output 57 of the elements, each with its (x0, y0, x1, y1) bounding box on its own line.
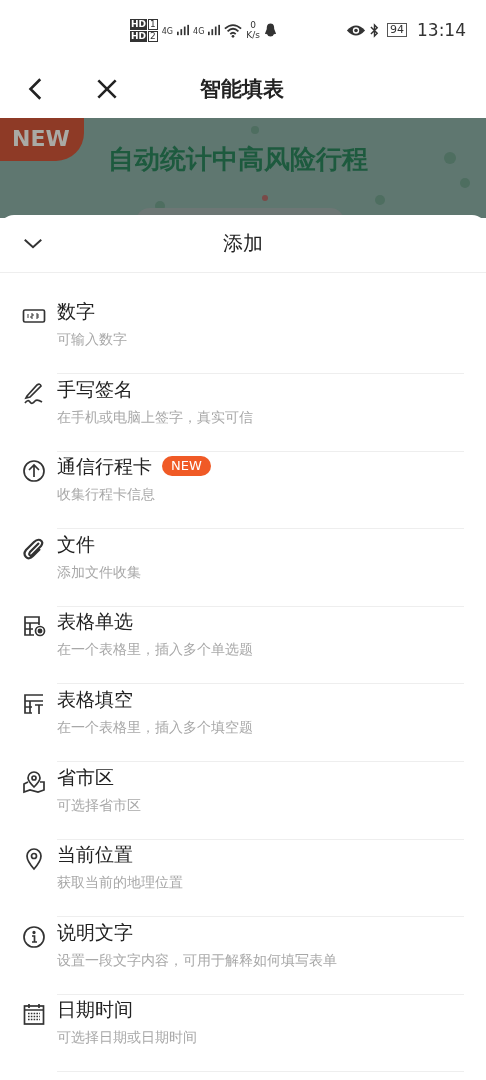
calendar-icon (22, 1002, 46, 1027)
speed-value: 0 (250, 20, 256, 30)
item-description: 添加文件收集 (57, 563, 142, 582)
item-title: 当前位置 (57, 842, 133, 868)
info-icon (22, 924, 46, 949)
item-title: 表格单选 (57, 609, 133, 635)
item-description: 可选择日期或日期时间 (57, 1029, 198, 1048)
field-type-item[interactable]: 表格单选 在一个表格里，插入多个单选题 (0, 607, 486, 685)
eye-icon (346, 23, 366, 37)
item-description: 在一个表格里，插入多个单选题 (57, 641, 254, 660)
banner-headline: 自动统计中高风险行程 (108, 143, 368, 176)
field-type-item[interactable]: 当前位置 获取当前的地理位置 (0, 840, 486, 918)
item-title: 省市区 (57, 764, 114, 790)
item-description: 在手机或电脑上签字，真实可信 (57, 408, 254, 427)
field-type-item[interactable]: 手写签名 在手机或电脑上签字，真实可信 (0, 374, 486, 453)
signal-icon (208, 24, 221, 36)
item-title: 手写签名 (57, 376, 133, 402)
item-description: 可选择省市区 (57, 796, 142, 815)
item-title: 文件 (57, 531, 95, 557)
map-pin-icon (22, 769, 46, 794)
network-type-label: 4G (193, 26, 205, 36)
hd-label: HD (130, 18, 147, 30)
battery-indicator: 94 (387, 23, 407, 37)
field-type-item[interactable]: 省市区 可选择省市区 (0, 762, 486, 841)
item-title: 表格填空 (57, 686, 133, 712)
sim-slot-label: 2 (148, 30, 158, 42)
new-tag: NEW (0, 118, 84, 161)
sim-slot-label: 1 (148, 18, 158, 30)
item-description: 在一个表格里，插入多个填空题 (57, 718, 254, 737)
collapse-chevron-icon[interactable] (22, 237, 44, 250)
field-type-item[interactable]: 说明文字 设置一段文字内容，可用于解释如何填写表单 (0, 917, 486, 996)
clock-time: 13:14 (417, 20, 466, 40)
field-type-item[interactable]: 通信行程卡 NEW 收集行程卡信息 (0, 452, 486, 530)
item-description: 设置一段文字内容，可用于解释如何填写表单 (57, 951, 338, 970)
new-badge: NEW (162, 456, 211, 477)
item-title: 日期时间 (57, 997, 133, 1023)
item-title: 数字 (57, 299, 95, 324)
field-type-item[interactable]: 数字 可输入数字 (0, 297, 486, 375)
item-description: 可输入数字 (57, 331, 128, 349)
item-description: 收集行程卡信息 (57, 486, 156, 505)
item-title: 说明文字 (57, 919, 133, 945)
table-icon (22, 691, 46, 716)
signal-icon (177, 24, 190, 36)
item-title: 通信行程卡 (57, 454, 152, 480)
table-radio-icon (22, 614, 46, 639)
speed-unit: K/s (246, 30, 260, 40)
paperclip-icon (22, 536, 46, 561)
page-title: 智能填表 (200, 76, 284, 103)
bluetooth-icon (370, 22, 379, 38)
sheet-title: 添加 (223, 230, 263, 257)
wifi-icon (224, 22, 243, 38)
field-type-item[interactable]: 日期时间 可选择日期或日期时间 (0, 995, 486, 1073)
field-type-item[interactable]: 文件 添加文件收集 (0, 529, 486, 608)
hd-label: HD (130, 30, 147, 42)
network-type-label: 4G (161, 26, 174, 36)
field-type-item[interactable]: 表格填空 在一个表格里，插入多个填空题 (0, 684, 486, 763)
item-description: 获取当前的地理位置 (57, 874, 184, 893)
